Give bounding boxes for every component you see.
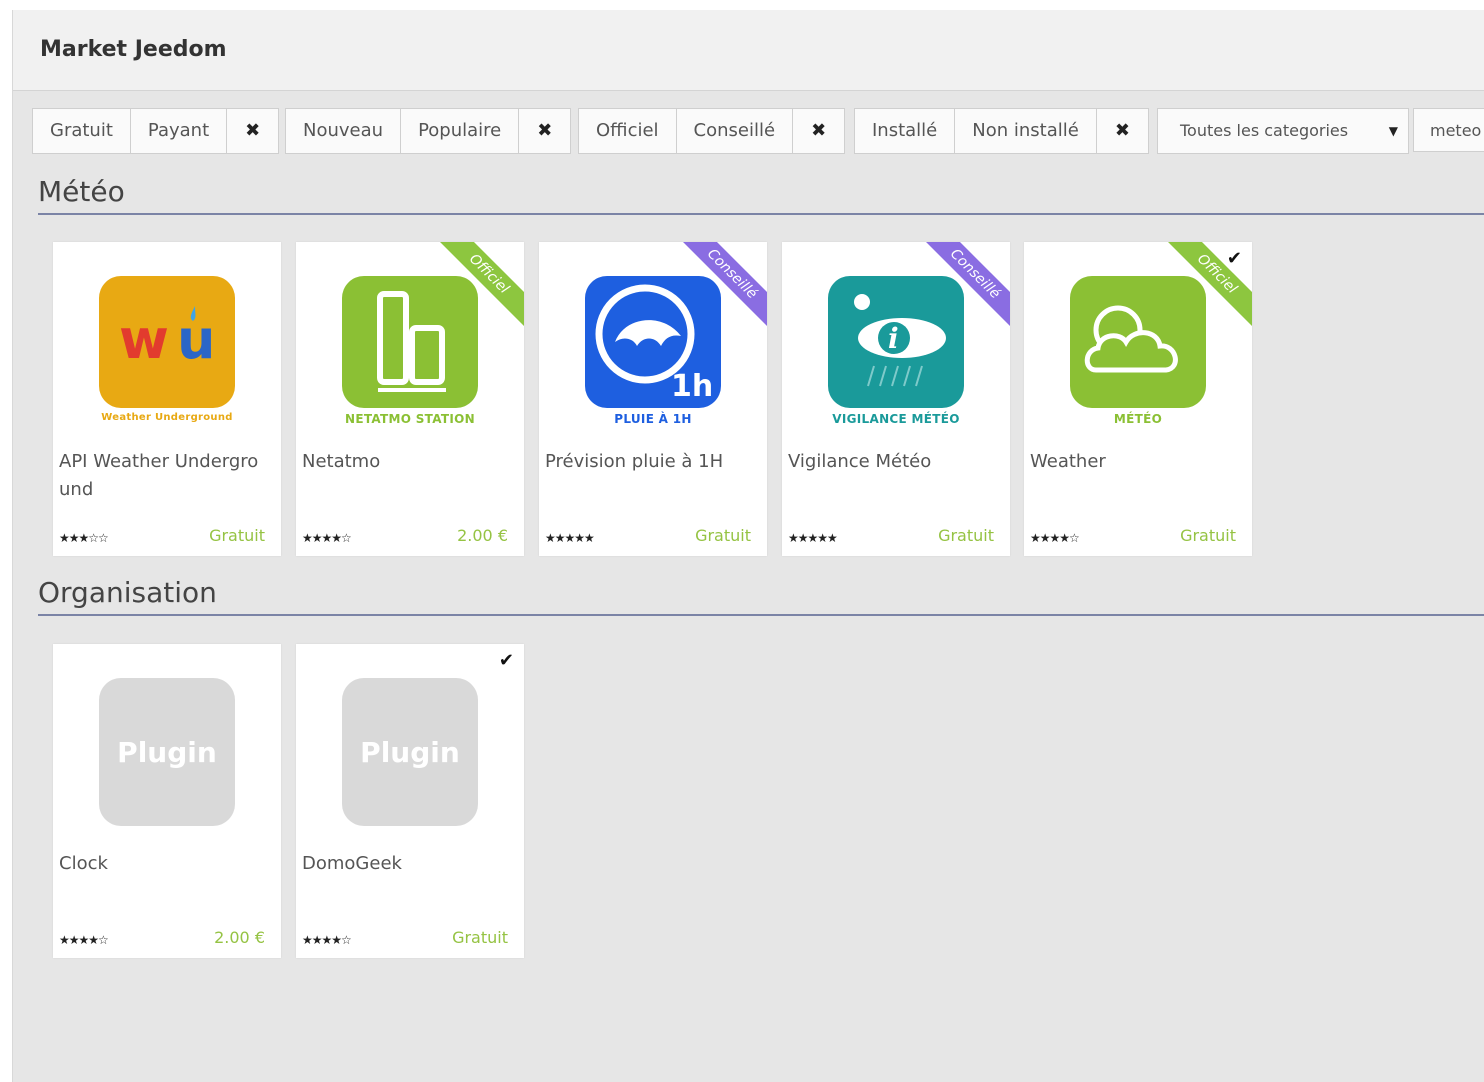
modal-title: Market Jeedom (40, 37, 227, 62)
category-select[interactable]: Toutes les categories ▼ (1157, 108, 1409, 154)
plugin-card[interactable]: MÉTÉO Officiel ✔ Weather ★★★★☆ Gratuit (1024, 242, 1252, 556)
section-title-organisation: Organisation (38, 576, 217, 609)
price-filter-group: Gratuit Payant ✖ (32, 108, 280, 154)
plugin-card[interactable]: Plugin ✔ DomoGeek ★★★★☆ Gratuit (296, 644, 524, 958)
rain-icon-label: 1h (671, 369, 713, 404)
rating-stars: ★★★☆☆ (59, 531, 109, 545)
rating-stars: ★★★★☆ (302, 933, 352, 947)
certification-filter-group: Officiel Conseillé ✖ (578, 108, 846, 154)
plugin-price: Gratuit (452, 928, 508, 947)
vigilance-meteo-icon: i (828, 276, 964, 408)
search-input[interactable] (1413, 108, 1484, 152)
plugin-name: DomoGeek (302, 853, 402, 874)
plugin-card[interactable]: Plugin Clock ★★★★☆ 2.00 € (53, 644, 281, 958)
plugin-price: Gratuit (1180, 526, 1236, 545)
filter-installed-button[interactable]: Installé (854, 108, 956, 154)
netatmo-station-icon (342, 276, 478, 408)
filter-advised-button[interactable]: Conseillé (675, 108, 794, 154)
filter-not-installed-button[interactable]: Non installé (954, 108, 1097, 154)
plugin-card[interactable]: 1h PLUIE À 1H Conseillé Prévision pluie … (539, 242, 767, 556)
rating-stars: ★★★★☆ (1030, 531, 1080, 545)
weather-cloud-icon (1070, 276, 1206, 408)
installed-check-icon: ✔ (1226, 248, 1242, 269)
plugin-name: Netatmo (302, 451, 381, 472)
rating-stars: ★★★★☆ (59, 933, 109, 947)
info-icon-label: i (888, 322, 899, 355)
trend-filter-group: Nouveau Populaire ✖ (285, 108, 572, 154)
plugin-name: Weather (1030, 451, 1106, 472)
installed-check-icon: ✔ (498, 650, 514, 671)
plugin-name: Prévision pluie à 1H (545, 451, 724, 472)
rating-stars: ★★★★☆ (302, 531, 352, 545)
weather-underground-icon: w u (99, 276, 235, 408)
section-divider (38, 213, 1484, 215)
filter-free-button[interactable]: Gratuit (32, 108, 131, 154)
rating-stars: ★★★★★ (788, 531, 838, 545)
plugin-price: Gratuit (209, 526, 265, 545)
rating-stars: ★★★★★ (545, 531, 595, 545)
filter-new-button[interactable]: Nouveau (285, 108, 402, 154)
plugin-price: Gratuit (938, 526, 994, 545)
filter-paid-button[interactable]: Payant (129, 108, 228, 154)
install-filter-group: Installé Non installé ✖ (854, 108, 1149, 154)
svg-text:u: u (177, 308, 215, 371)
plugin-name: Clock (59, 853, 108, 874)
plugin-name: Vigilance Météo (788, 451, 932, 472)
plugin-icon-caption: VIGILANCE MÉTÉO (832, 412, 960, 426)
clear-trend-filter-icon[interactable]: ✖ (518, 108, 572, 154)
plugin-icon-caption: MÉTÉO (1113, 412, 1163, 426)
filter-popular-button[interactable]: Populaire (400, 108, 520, 154)
filter-official-button[interactable]: Officiel (578, 108, 677, 154)
plugin-icon-caption: NETATMO STATION (344, 412, 475, 426)
clear-price-filter-icon[interactable]: ✖ (226, 108, 280, 154)
section-title-meteo: Météo (38, 175, 125, 208)
plugin-icon-caption: PLUIE À 1H (614, 412, 692, 426)
plugin-placeholder-icon: Plugin (99, 678, 235, 826)
plugin-icon-caption: Weather Underground (101, 412, 233, 423)
plugin-price: 2.00 € (457, 526, 508, 545)
modal-header: Market Jeedom (13, 10, 1484, 91)
svg-text:w: w (119, 308, 169, 371)
plugin-price: Gratuit (695, 526, 751, 545)
clear-install-filter-icon[interactable]: ✖ (1095, 108, 1149, 154)
plugin-price: 2.00 € (214, 928, 265, 947)
clear-certification-filter-icon[interactable]: ✖ (792, 108, 846, 154)
plugin-name: API Weather Undergro und (59, 451, 259, 500)
plugin-card[interactable]: i VIGILANCE MÉTÉO Conseillé Vigilance Mé… (782, 242, 1010, 556)
plugin-placeholder-icon: Plugin (342, 678, 478, 826)
market-modal: Market Jeedom Gratuit Payant ✖ Nouveau P… (12, 10, 1484, 1082)
plugin-card[interactable]: w u Weather Underground API Weather Unde… (53, 242, 281, 556)
section-divider (38, 614, 1484, 616)
rain-1h-icon: 1h (585, 276, 721, 408)
category-select-value: Toutes les categories (1180, 121, 1349, 140)
plugin-card[interactable]: NETATMO STATION Officiel Netatmo ★★★★☆ 2… (296, 242, 524, 556)
caret-down-icon: ▼ (1388, 124, 1398, 138)
